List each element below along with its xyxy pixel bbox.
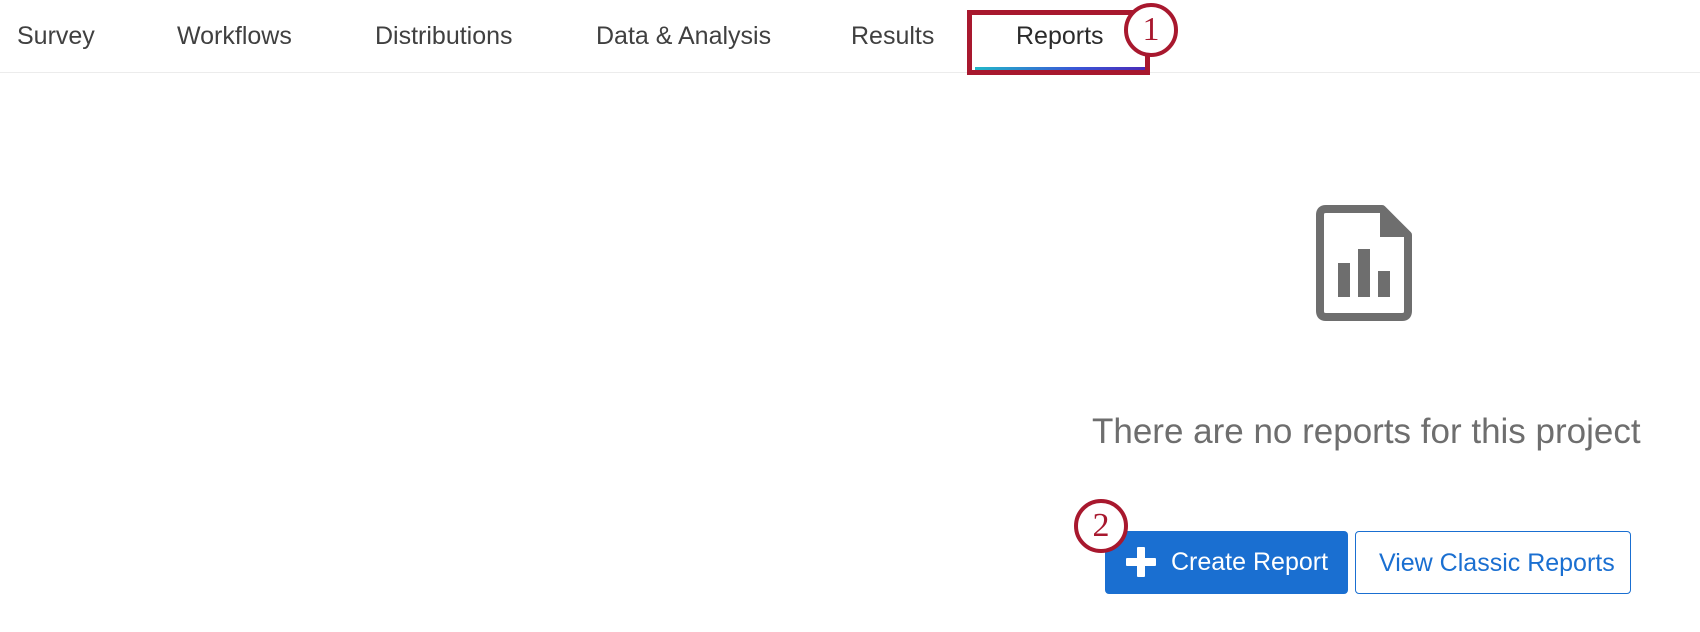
- tab-workflows[interactable]: Workflows: [177, 20, 292, 52]
- view-classic-reports-label: View Classic Reports: [1379, 549, 1615, 577]
- create-report-label: Create Report: [1171, 548, 1329, 576]
- tab-data-analysis[interactable]: Data & Analysis: [596, 20, 771, 52]
- create-report-button[interactable]: Create Report: [1105, 531, 1348, 594]
- view-classic-reports-button[interactable]: View Classic Reports: [1355, 531, 1631, 594]
- tab-survey[interactable]: Survey: [17, 20, 95, 52]
- tab-results[interactable]: Results: [851, 20, 934, 52]
- annotation-step-2-badge: 2: [1074, 499, 1128, 553]
- project-tab-bar: Survey Workflows Distributions Data & An…: [0, 0, 1700, 73]
- tab-distributions[interactable]: Distributions: [375, 20, 513, 52]
- reports-page: Survey Workflows Distributions Data & An…: [0, 0, 1700, 632]
- annotation-highlight-box: [967, 10, 1150, 75]
- annotation-step-1-badge: 1: [1124, 3, 1178, 57]
- empty-state-message: There are no reports for this project: [1092, 412, 1641, 451]
- plus-icon: [1126, 547, 1156, 577]
- report-document-icon: [1316, 205, 1412, 321]
